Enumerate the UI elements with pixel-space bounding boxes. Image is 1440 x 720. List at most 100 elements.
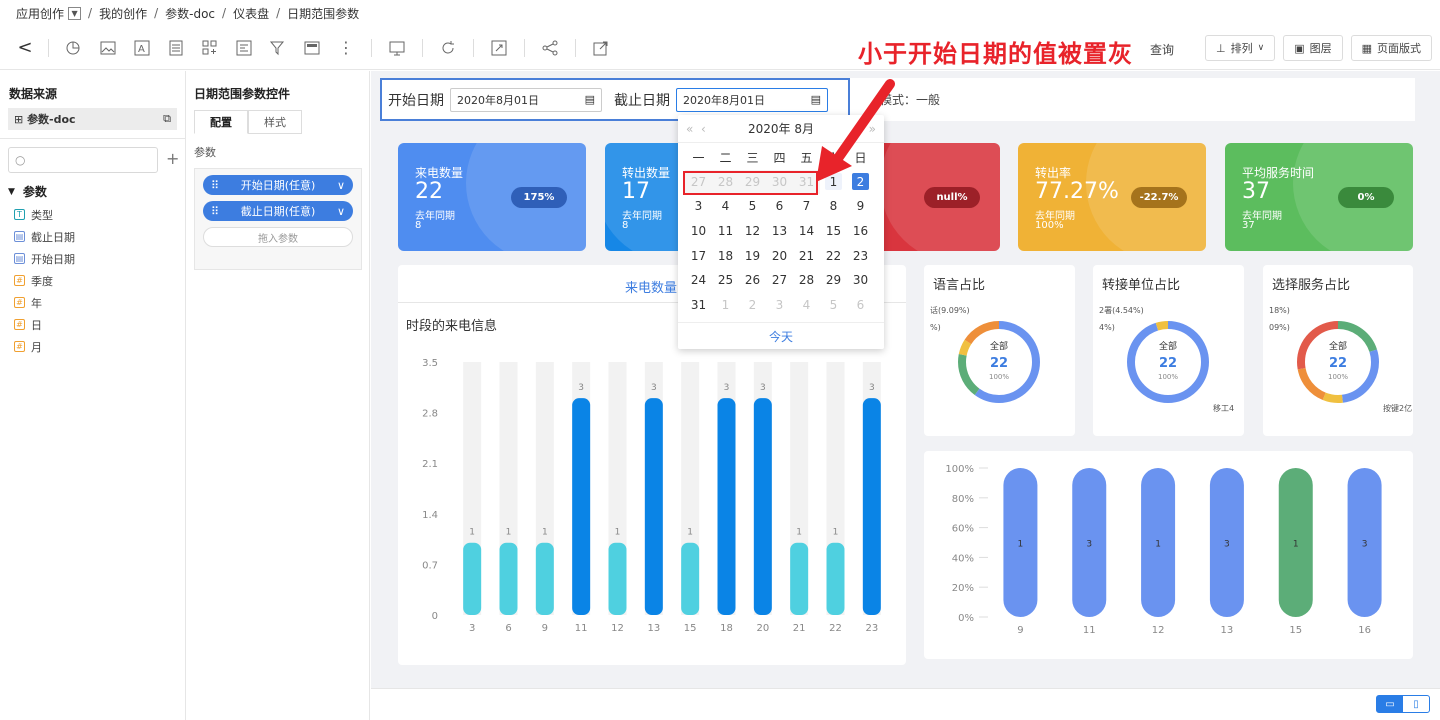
- datasource-panel: 数据来源 ⊞ 参数-doc ⧉ ○ + ▼ 参数 T 类型 ▤ 截止日期 ▤ 开始日期…: [0, 71, 186, 720]
- prev-nav-icons[interactable]: « ‹: [686, 122, 714, 136]
- desktop-icon[interactable]: ▭: [1377, 696, 1403, 712]
- day-cell[interactable]: 10: [685, 219, 712, 244]
- text-icon[interactable]: A: [131, 37, 153, 59]
- chevron-down-icon[interactable]: ∨: [337, 205, 345, 218]
- kpi-badge: 175%: [511, 187, 567, 208]
- field-group[interactable]: ▼ 参数: [8, 183, 185, 200]
- day-cell[interactable]: 6: [847, 293, 874, 318]
- day-cell[interactable]: 4: [712, 194, 739, 219]
- field-item[interactable]: ▤ 截止日期: [14, 229, 185, 244]
- day-cell[interactable]: 15: [820, 219, 847, 244]
- day-cell[interactable]: 5: [820, 293, 847, 318]
- field-item[interactable]: # 日: [14, 317, 185, 332]
- container-icon[interactable]: [301, 37, 323, 59]
- tab-style[interactable]: 样式: [248, 110, 302, 134]
- day-cell[interactable]: 3: [766, 293, 793, 318]
- day-cell[interactable]: 7: [793, 194, 820, 219]
- day-cell[interactable]: 27: [766, 268, 793, 293]
- refresh-icon[interactable]: [437, 37, 459, 59]
- layers-button[interactable]: ▣ 图层: [1283, 35, 1343, 61]
- drag-handle-icon[interactable]: ⠿: [211, 205, 219, 218]
- day-cell[interactable]: 14: [793, 219, 820, 244]
- start-date-input[interactable]: 2020年8月01日 ▤: [450, 87, 602, 112]
- sort-button[interactable]: ⊥ 排列 ∨: [1205, 35, 1276, 61]
- day-cell[interactable]: 6: [766, 194, 793, 219]
- form-icon[interactable]: [233, 37, 255, 59]
- day-cell[interactable]: 25: [712, 268, 739, 293]
- query-button[interactable]: 查询: [1150, 41, 1174, 58]
- fullscreen-icon[interactable]: [488, 37, 510, 59]
- mobile-icon[interactable]: ▯: [1403, 696, 1429, 712]
- param-pill-end[interactable]: ⠿ 截止日期(任意) ∨: [203, 201, 353, 221]
- day-cell[interactable]: 26: [739, 268, 766, 293]
- day-cell[interactable]: 30: [847, 268, 874, 293]
- day-cell[interactable]: 22: [820, 243, 847, 268]
- page-layout-button[interactable]: ▦ 页面版式: [1350, 35, 1432, 61]
- day-cell[interactable]: 24: [685, 268, 712, 293]
- breadcrumb-item[interactable]: 参数-doc: [165, 5, 215, 22]
- day-cell[interactable]: 5: [739, 194, 766, 219]
- chevron-down-icon[interactable]: ∨: [337, 179, 345, 192]
- filter-icon[interactable]: [267, 37, 289, 59]
- day-cell[interactable]: 20: [766, 243, 793, 268]
- breadcrumb-item[interactable]: 仪表盘: [233, 5, 269, 22]
- breadcrumb-item[interactable]: 应用创作: [16, 5, 64, 22]
- day-cell[interactable]: 4: [793, 293, 820, 318]
- copy-icon[interactable]: ⧉: [163, 112, 171, 126]
- field-item[interactable]: # 季度: [14, 273, 185, 288]
- day-cell[interactable]: 29: [820, 268, 847, 293]
- day-cell[interactable]: 2: [739, 293, 766, 318]
- kpi-card[interactable]: 转出率 77.27% 去年同期 100% -22.7%: [1018, 143, 1206, 251]
- component-icon[interactable]: [199, 37, 221, 59]
- day-cell[interactable]: 19: [739, 243, 766, 268]
- param-pill-start[interactable]: ⠿ 开始日期(任意) ∨: [203, 175, 353, 195]
- start-date-label: 开始日期: [388, 92, 444, 109]
- search-input[interactable]: ○: [8, 147, 158, 173]
- day-cell[interactable]: 3: [685, 194, 712, 219]
- device-switch[interactable]: ▭ ▯: [1376, 695, 1430, 713]
- chevron-down-icon[interactable]: ▼: [68, 6, 82, 20]
- back-icon[interactable]: <: [10, 37, 40, 58]
- preview-icon[interactable]: [386, 37, 408, 59]
- day-cell[interactable]: 17: [685, 243, 712, 268]
- field-item[interactable]: ▤ 开始日期: [14, 251, 185, 266]
- image-icon[interactable]: [97, 37, 119, 59]
- kpi-card[interactable]: 平均服务时间 37 去年同期 37 0%: [1225, 143, 1413, 251]
- drag-handle-icon[interactable]: ⠿: [211, 179, 219, 192]
- more-icon[interactable]: ⋮: [335, 37, 357, 59]
- day-cell[interactable]: 16: [847, 219, 874, 244]
- weekday-header: 四: [773, 150, 786, 165]
- field-item[interactable]: T 类型: [14, 207, 185, 222]
- today-button[interactable]: 今天: [678, 322, 884, 349]
- field-item[interactable]: # 年: [14, 295, 185, 310]
- param-dropzone[interactable]: ⠿ 开始日期(任意) ∨ ⠿ 截止日期(任意) ∨ 拖入参数: [194, 168, 362, 270]
- end-date-input[interactable]: 2020年8月01日 ▤: [676, 87, 828, 112]
- tab-config[interactable]: 配置: [194, 110, 248, 134]
- donut-chart: 全部 22 100% 2署(4.54%) 4%) 移工4: [1099, 306, 1234, 413]
- day-cell[interactable]: 21: [793, 243, 820, 268]
- donut-percent: 100%: [1328, 373, 1348, 381]
- day-cell[interactable]: 1: [712, 293, 739, 318]
- day-cell[interactable]: 13: [766, 219, 793, 244]
- day-cell[interactable]: 9: [847, 194, 874, 219]
- field-item[interactable]: # 月: [14, 339, 185, 354]
- export-icon[interactable]: [590, 37, 612, 59]
- day-cell[interactable]: 8: [820, 194, 847, 219]
- chart-add-icon[interactable]: [63, 37, 85, 59]
- day-cell[interactable]: 12: [739, 219, 766, 244]
- share-icon[interactable]: [539, 37, 561, 59]
- donut-percent: 100%: [989, 373, 1009, 381]
- day-cell[interactable]: 28: [793, 268, 820, 293]
- day-cell[interactable]: 23: [847, 243, 874, 268]
- datasource-item[interactable]: ⊞ 参数-doc ⧉: [8, 108, 177, 130]
- day-cell[interactable]: 11: [712, 219, 739, 244]
- kpi-card[interactable]: 来电数量 22 去年同期 8 175%: [398, 143, 586, 251]
- x-tick-label: 18: [720, 623, 733, 634]
- mode-filter[interactable]: 模式：一般: [850, 78, 1415, 121]
- day-cell[interactable]: 18: [712, 243, 739, 268]
- donut-center-label: 全部: [1329, 340, 1347, 352]
- add-icon[interactable]: +: [166, 149, 179, 168]
- day-cell[interactable]: 31: [685, 293, 712, 318]
- table-icon[interactable]: [165, 37, 187, 59]
- breadcrumb-item[interactable]: 我的创作: [99, 5, 147, 22]
